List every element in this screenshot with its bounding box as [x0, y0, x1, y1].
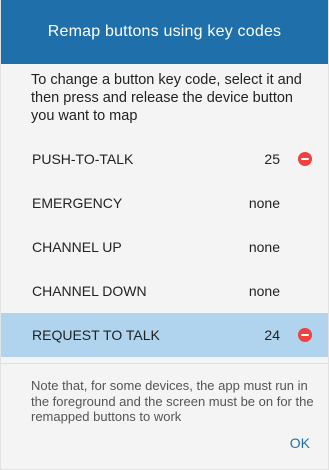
remap-dialog: Remap buttons using key codes To change … — [0, 0, 329, 470]
note-text: Note that, for some devices, the app mus… — [1, 363, 328, 425]
key-name: REQUEST TO TALK — [32, 327, 160, 343]
ok-button[interactable]: OK — [284, 431, 316, 455]
key-name: CHANNEL DOWN — [32, 283, 147, 299]
key-row-emergency[interactable]: EMERGENCY none — [1, 181, 328, 225]
key-row-push-to-talk[interactable]: PUSH-TO-TALK 25 — [1, 137, 328, 181]
key-code: 24 — [264, 327, 280, 343]
key-name: CHANNEL UP — [32, 239, 122, 255]
dialog-title: Remap buttons using key codes — [47, 23, 282, 40]
key-code: none — [248, 195, 280, 211]
dialog-header: Remap buttons using key codes — [1, 0, 328, 64]
minus-circle-icon[interactable] — [298, 328, 312, 342]
key-row-request-to-talk[interactable]: REQUEST TO TALK 24 — [1, 313, 328, 357]
key-row-channel-down[interactable]: CHANNEL DOWN none — [1, 269, 328, 313]
key-code: none — [248, 239, 280, 255]
key-list: PUSH-TO-TALK 25 EMERGENCY none CHANNEL U… — [1, 137, 328, 357]
instructions-text: To change a button key code, select it a… — [31, 72, 302, 124]
key-code: 25 — [264, 151, 280, 167]
key-name: EMERGENCY — [32, 195, 123, 211]
key-code: none — [248, 283, 280, 299]
key-row-channel-up[interactable]: CHANNEL UP none — [1, 225, 328, 269]
minus-circle-icon[interactable] — [298, 152, 312, 166]
key-name: PUSH-TO-TALK — [32, 151, 134, 167]
